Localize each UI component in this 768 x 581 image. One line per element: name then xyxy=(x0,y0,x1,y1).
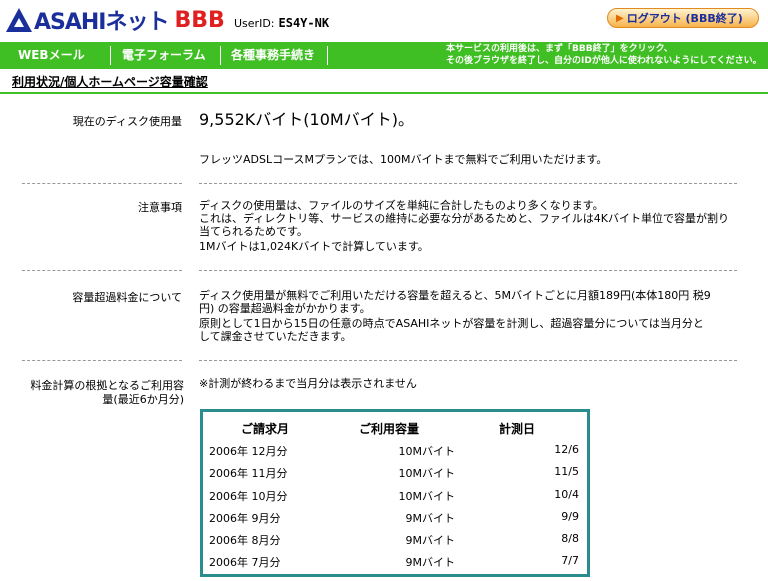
disk-usage-value: 9,552Kバイト(10Mバイト)。 xyxy=(199,110,414,129)
logout-button[interactable]: ▶ ログアウト (BBB終了) xyxy=(607,8,759,28)
disk-usage-note: フレッツADSLコースMプランでは、100Mバイトまで無料でご利用いただけます。 xyxy=(199,153,608,166)
caution-line-3: 当てられるためです。 xyxy=(199,225,308,238)
header-measure-date: 計測日 xyxy=(499,422,536,436)
section-divider xyxy=(199,270,737,271)
nav-webmail[interactable]: WEBメール xyxy=(18,42,85,69)
cell-usage: 10Mバイト xyxy=(398,445,456,458)
cell-month: 2006年 10月分 xyxy=(209,490,288,503)
notice-line-1: 本サービスの利用後は、まず「BBB終了」をクリック、 xyxy=(446,44,673,54)
cell-date: 8/8 xyxy=(561,532,579,545)
cell-date: 12/6 xyxy=(554,443,579,456)
cell-usage: 10Mバイト xyxy=(398,467,456,480)
cell-date: 11/5 xyxy=(554,465,579,478)
cell-usage: 9Mバイト xyxy=(405,512,456,525)
caution-line-2: これは、ディレクトリ等、サービスの維持に必要な分があるためと、ファイルは4Kバイ… xyxy=(199,212,729,225)
section-divider xyxy=(22,183,182,184)
billing-label-line-2: 量(最近6か月分) xyxy=(102,393,184,406)
cell-month: 2006年 7月分 xyxy=(209,556,281,569)
section-divider xyxy=(22,270,182,271)
logout-label: ログアウト (BBB終了) xyxy=(626,12,743,25)
cell-date: 10/4 xyxy=(554,488,579,501)
cell-month: 2006年 8月分 xyxy=(209,534,281,547)
logo-bbb: BBB xyxy=(174,7,225,33)
arrow-right-icon: ▶ xyxy=(616,12,624,24)
asahi-logo[interactable]: ASAHIネット BBB xyxy=(6,6,225,35)
subtitle-bar: 利用状況/個人ホームページ容量確認 xyxy=(0,69,768,92)
page-title: 利用状況/個人ホームページ容量確認 xyxy=(12,75,208,89)
section-divider xyxy=(199,183,737,184)
usage-table: ご請求月 ご利用容量 計測日 2006年 12月分 10Mバイト 12/6 20… xyxy=(200,409,590,577)
caution-line-4: 1Mバイトは1,024Kバイトで計算しています。 xyxy=(199,240,429,253)
header-usage: ご利用容量 xyxy=(359,422,420,436)
overage-label: 容量超過料金について xyxy=(72,291,182,304)
section-divider xyxy=(22,360,182,361)
nav-notice: 本サービスの利用後は、まず「BBB終了」をクリック、 その後ブラウザを終了し、自… xyxy=(446,43,766,67)
cell-date: 9/9 xyxy=(561,510,579,523)
nav-forum[interactable]: 電子フォーラム xyxy=(122,42,206,69)
notice-line-2: その後ブラウザを終了し、自分のIDが他人に使われないようにしてください。 xyxy=(446,56,762,66)
userid-value: ES4Y-NK xyxy=(278,16,330,30)
userid-label: UserID: xyxy=(234,17,275,30)
cell-month: 2006年 12月分 xyxy=(209,445,288,458)
cell-date: 7/7 xyxy=(561,554,579,567)
overage-line-1: ディスク使用量が無料でご利用いただける容量を超えると、5Mバイトごとに月額189… xyxy=(199,289,711,302)
cell-month: 2006年 11月分 xyxy=(209,467,288,480)
caution-label: 注意事項 xyxy=(138,201,182,214)
cell-usage: 9Mバイト xyxy=(405,556,456,569)
nav-divider xyxy=(220,46,221,65)
cell-month: 2006年 9月分 xyxy=(209,512,281,525)
nav-divider xyxy=(327,46,328,65)
logo-triangle-icon xyxy=(6,8,32,32)
logo-text: ASAHIネット xyxy=(34,10,169,35)
nav-procedures[interactable]: 各種事務手続き xyxy=(231,42,315,69)
header-billing-month: ご請求月 xyxy=(241,422,290,436)
overage-line-4: して課金させていただきます。 xyxy=(199,330,352,343)
nav-bar: WEBメール 電子フォーラム 各種事務手続き 本サービスの利用後は、まず「BBB… xyxy=(0,42,768,69)
caution-line-1: ディスクの使用量は、ファイルのサイズを単純に合計したものより多くなります。 xyxy=(199,199,604,212)
overage-line-2: 円) の容量超過料金がかかります。 xyxy=(199,302,371,315)
billing-note: ※計測が終わるまで当月分は表示されません xyxy=(199,377,417,390)
cell-usage: 10Mバイト xyxy=(398,490,456,503)
nav-divider xyxy=(110,46,111,65)
cell-usage: 9Mバイト xyxy=(405,534,456,547)
overage-line-3: 原則として1日から15日の任意の時点でASAHIネットが容量を計測し、超過容量分… xyxy=(199,317,704,330)
header: ASAHIネット BBB UserID: ES4Y-NK ▶ ログアウト (BBB… xyxy=(0,0,768,42)
section-divider xyxy=(199,360,737,361)
divider-line xyxy=(0,92,768,94)
userid-display: UserID: ES4Y-NK xyxy=(234,16,329,30)
disk-usage-label: 現在のディスク使用量 xyxy=(72,115,182,128)
